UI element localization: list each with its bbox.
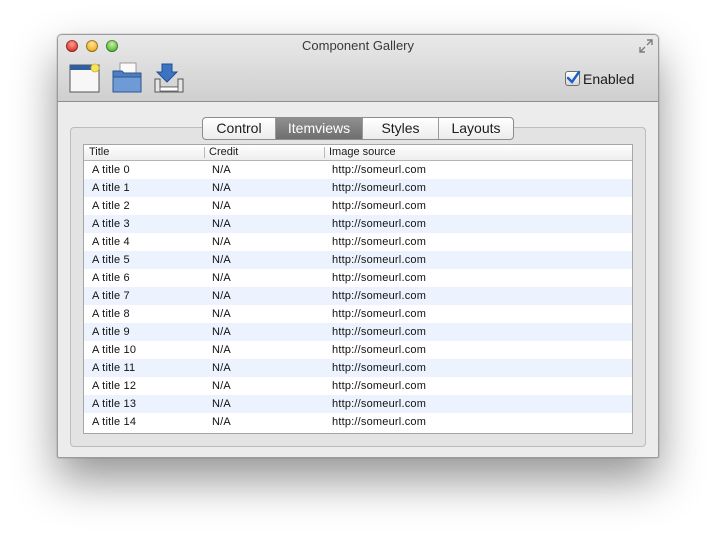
download-icon: [154, 63, 184, 93]
cell-image-source: http://someurl.com: [332, 398, 427, 410]
cell-title: A title 11: [92, 362, 136, 374]
cell-image-source: http://someurl.com: [332, 272, 427, 284]
cell-title: A title 3: [92, 218, 130, 230]
cell-title: A title 0: [92, 164, 130, 176]
cell-image-source: http://someurl.com: [332, 182, 427, 194]
column-header-title[interactable]: Title: [89, 145, 109, 160]
cell-credit: N/A: [212, 218, 231, 230]
cell-title: A title 13: [92, 398, 137, 410]
cell-credit: N/A: [212, 290, 231, 302]
table-row[interactable]: A title 5 N/A http://someurl.com: [84, 251, 632, 269]
save-toolbar-button[interactable]: [152, 61, 186, 95]
cell-image-source: http://someurl.com: [332, 164, 427, 176]
cell-title: A title 6: [92, 272, 130, 284]
cell-title: A title 4: [92, 236, 130, 248]
cell-image-source: http://someurl.com: [332, 290, 427, 302]
cell-image-source: http://someurl.com: [332, 200, 427, 212]
cell-title: A title 9: [92, 326, 130, 338]
tab-layouts[interactable]: Layouts: [439, 118, 513, 139]
cell-title: A title 7: [92, 290, 130, 302]
table-row[interactable]: A title 10 N/A http://someurl.com: [84, 341, 632, 359]
tab-itemviews[interactable]: Itemviews: [276, 118, 363, 139]
cell-image-source: http://someurl.com: [332, 326, 427, 338]
cell-credit: N/A: [212, 164, 231, 176]
new-window-toolbar-button[interactable]: [68, 61, 102, 95]
table-row[interactable]: A title 8 N/A http://someurl.com: [84, 305, 632, 323]
cell-image-source: http://someurl.com: [332, 362, 427, 374]
cell-credit: N/A: [212, 344, 231, 356]
column-divider[interactable]: [324, 147, 325, 158]
cell-title: A title 1: [92, 182, 130, 194]
cell-credit: N/A: [212, 326, 231, 338]
window-title: Component Gallery: [302, 38, 414, 53]
cell-credit: N/A: [212, 398, 231, 410]
cell-credit: N/A: [212, 308, 231, 320]
cell-title: A title 8: [92, 308, 130, 320]
item-table[interactable]: Title Credit Image source A title 0 N/A …: [83, 144, 633, 434]
table-row[interactable]: A title 13 N/A http://someurl.com: [84, 395, 632, 413]
enabled-checkbox[interactable]: [565, 70, 581, 86]
cell-title: A title 14: [92, 416, 137, 428]
cell-credit: N/A: [212, 416, 231, 428]
window-icon: [69, 63, 100, 93]
table-row[interactable]: A title 14 N/A http://someurl.com: [84, 413, 632, 431]
cell-title: A title 12: [92, 380, 137, 392]
title-toolbar-area: Component Gallery Enabled: [58, 35, 658, 102]
folder-icon: [112, 62, 142, 93]
cell-credit: N/A: [212, 272, 231, 284]
table-row[interactable]: A title 9 N/A http://someurl.com: [84, 323, 632, 341]
table-header: Title Credit Image source: [84, 145, 632, 161]
tab-bar: Control Itemviews Styles Layouts: [202, 117, 514, 140]
table-row[interactable]: A title 2 N/A http://someurl.com: [84, 197, 632, 215]
cell-image-source: http://someurl.com: [332, 380, 427, 392]
checkmark-icon: [566, 70, 581, 84]
cell-credit: N/A: [212, 182, 231, 194]
table-body: A title 0 N/A http://someurl.com A title…: [84, 161, 632, 431]
cell-image-source: http://someurl.com: [332, 218, 427, 230]
cell-title: A title 2: [92, 200, 130, 212]
table-row[interactable]: A title 12 N/A http://someurl.com: [84, 377, 632, 395]
enabled-label[interactable]: Enabled: [583, 71, 634, 87]
cell-title: A title 5: [92, 254, 130, 266]
cell-credit: N/A: [212, 254, 231, 266]
cell-credit: N/A: [212, 380, 231, 392]
table-row[interactable]: A title 11 N/A http://someurl.com: [84, 359, 632, 377]
table-row[interactable]: A title 7 N/A http://someurl.com: [84, 287, 632, 305]
cell-title: A title 10: [92, 344, 137, 356]
table-row[interactable]: A title 0 N/A http://someurl.com: [84, 161, 632, 179]
cell-image-source: http://someurl.com: [332, 416, 427, 428]
table-row[interactable]: A title 4 N/A http://someurl.com: [84, 233, 632, 251]
tab-styles[interactable]: Styles: [363, 118, 439, 139]
component-gallery-window: Component Gallery Enabled Control Itemvi…: [57, 34, 659, 458]
cell-credit: N/A: [212, 200, 231, 212]
cell-image-source: http://someurl.com: [332, 236, 427, 248]
tab-control[interactable]: Control: [203, 118, 276, 139]
column-header-credit[interactable]: Credit: [209, 145, 238, 160]
cell-image-source: http://someurl.com: [332, 254, 427, 266]
open-file-toolbar-button[interactable]: [110, 61, 144, 95]
fullscreen-icon[interactable]: [639, 39, 653, 53]
table-row[interactable]: A title 3 N/A http://someurl.com: [84, 215, 632, 233]
cell-image-source: http://someurl.com: [332, 344, 427, 356]
cell-credit: N/A: [212, 236, 231, 248]
table-row[interactable]: A title 1 N/A http://someurl.com: [84, 179, 632, 197]
cell-credit: N/A: [212, 362, 231, 374]
column-divider[interactable]: [204, 147, 205, 158]
column-header-image-source[interactable]: Image source: [329, 145, 396, 160]
cell-image-source: http://someurl.com: [332, 308, 427, 320]
table-row[interactable]: A title 6 N/A http://someurl.com: [84, 269, 632, 287]
